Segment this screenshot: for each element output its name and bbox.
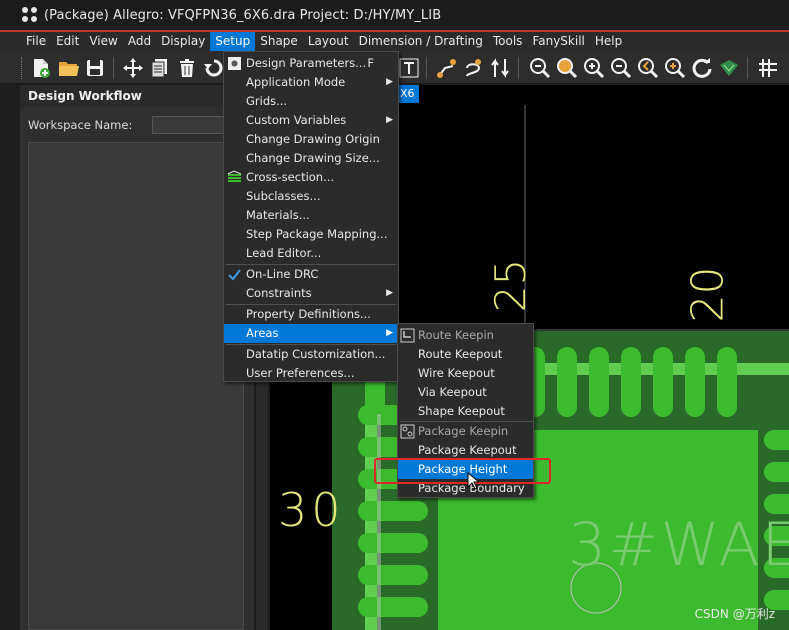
- cross-section-icon: [227, 170, 242, 182]
- submenu-arrow-icon: ▶: [386, 77, 393, 87]
- workspace-row: Workspace Name:: [28, 116, 262, 134]
- zoom-out-icon[interactable]: [610, 57, 632, 79]
- menu-display[interactable]: Display: [156, 32, 210, 51]
- delete-icon[interactable]: [176, 57, 198, 79]
- menu-step-package-mapping[interactable]: Step Package Mapping...: [224, 225, 398, 244]
- checkmark-icon: [228, 269, 241, 281]
- menu-design-parameters[interactable]: Design Parameters... F: [224, 54, 398, 73]
- menu-shape[interactable]: Shape: [255, 32, 303, 51]
- submenu-arrow-icon: ▶: [386, 328, 393, 338]
- menu-change-drawing-size[interactable]: Change Drawing Size...: [224, 149, 398, 168]
- text-icon[interactable]: [398, 57, 420, 79]
- menu-materials[interactable]: Materials...: [224, 206, 398, 225]
- menu-view[interactable]: View: [84, 32, 122, 51]
- menu-datatip-customization[interactable]: Datatip Customization...: [224, 345, 398, 364]
- menu-constraints[interactable]: Constraints ▶: [224, 284, 398, 303]
- undo-icon[interactable]: [203, 57, 225, 79]
- watermark: CSDN @万利z: [694, 607, 775, 621]
- zoom-world-icon[interactable]: [664, 57, 686, 79]
- menu-help[interactable]: Help: [590, 32, 627, 51]
- mouse-cursor-icon: [467, 472, 479, 490]
- menu-wire-keepout[interactable]: Wire Keepout: [398, 364, 533, 383]
- setup-menu: Design Parameters... F Application Mode …: [223, 51, 399, 382]
- silk-label-30: 30: [278, 483, 345, 537]
- toolbar-grip[interactable]: [21, 57, 24, 79]
- menu-online-drc[interactable]: On-Line DRC: [224, 265, 398, 284]
- window-title: (Package) Allegro: VFQFPN36_6X6.dra Proj…: [44, 7, 442, 23]
- design-workflow-panel: Design Workflow – Workspace Name:: [20, 85, 262, 630]
- copy-icon[interactable]: [149, 57, 171, 79]
- route-keepin-icon: [400, 328, 415, 343]
- save-icon[interactable]: [84, 57, 106, 79]
- package-keepin-icon: [400, 424, 415, 439]
- menu-application-mode[interactable]: Application Mode ▶: [224, 73, 398, 92]
- workspace-name-label: Workspace Name:: [28, 118, 133, 132]
- menu-bar: File Edit View Add Display Setup Shape L…: [0, 30, 789, 51]
- title-bar: (Package) Allegro: VFQFPN36_6X6.dra Proj…: [0, 0, 789, 30]
- highlight-annotation-box: [374, 458, 551, 484]
- menu-route-keepin: Route Keepin: [398, 326, 533, 345]
- menu-tools[interactable]: Tools: [488, 32, 528, 51]
- menu-property-definitions[interactable]: Property Definitions...: [224, 305, 398, 324]
- slide-icon[interactable]: [462, 57, 484, 79]
- menu-route-keepout[interactable]: Route Keepout: [398, 345, 533, 364]
- menu-grids[interactable]: Grids...: [224, 92, 398, 111]
- redraw-icon[interactable]: [691, 57, 713, 79]
- open-folder-icon[interactable]: [57, 57, 79, 79]
- silk-label-3-wae: 3#WAE: [568, 510, 789, 580]
- add-connect-icon[interactable]: [436, 57, 458, 79]
- menu-subclasses[interactable]: Subclasses...: [224, 187, 398, 206]
- workflow-list[interactable]: [28, 142, 244, 630]
- menu-user-preferences[interactable]: User Preferences...: [224, 364, 398, 383]
- menu-file[interactable]: File: [21, 32, 51, 51]
- canvas-tab[interactable]: X6: [396, 85, 419, 103]
- menu-add[interactable]: Add: [123, 32, 156, 51]
- menu-custom-variables[interactable]: Custom Variables ▶: [224, 111, 398, 130]
- zoom-fit-icon[interactable]: [529, 57, 551, 79]
- silk-label-20: 20: [682, 266, 734, 323]
- design-parameters-icon: [228, 57, 241, 70]
- menu-areas[interactable]: Areas ▶: [224, 324, 398, 343]
- menu-dimension-drafting[interactable]: Dimension / Drafting: [354, 32, 488, 51]
- menu-fanyskill[interactable]: FanySkill: [527, 32, 589, 51]
- new-file-icon[interactable]: [30, 57, 52, 79]
- menu-via-keepout[interactable]: Via Keepout: [398, 383, 533, 402]
- menu-lead-editor[interactable]: Lead Editor...: [224, 244, 398, 263]
- menu-edit[interactable]: Edit: [51, 32, 84, 51]
- zoom-previous-icon[interactable]: [637, 57, 659, 79]
- menu-cross-section[interactable]: Cross-section...: [224, 168, 398, 187]
- submenu-arrow-icon: ▶: [386, 288, 393, 298]
- menu-layout[interactable]: Layout: [303, 32, 354, 51]
- menu-setup[interactable]: Setup: [210, 32, 256, 51]
- move-icon[interactable]: [122, 57, 144, 79]
- toolbar-more-icon[interactable]: [781, 57, 789, 79]
- panel-header: Design Workflow –: [20, 85, 254, 107]
- swap-icon[interactable]: [489, 57, 511, 79]
- 3d-view-icon[interactable]: [718, 57, 740, 79]
- menu-shape-keepout[interactable]: Shape Keepout: [398, 402, 533, 421]
- submenu-arrow-icon: ▶: [386, 115, 393, 125]
- grid-icon[interactable]: [757, 57, 779, 79]
- menu-change-drawing-origin[interactable]: Change Drawing Origin: [224, 130, 398, 149]
- zoom-points-icon[interactable]: [556, 57, 578, 79]
- silk-label-25: 25: [486, 258, 536, 313]
- menu-package-keepin: Package Keepin: [398, 422, 533, 441]
- panel-title: Design Workflow: [28, 89, 142, 103]
- cadence-logo-icon: [22, 7, 38, 23]
- zoom-in-icon[interactable]: [583, 57, 605, 79]
